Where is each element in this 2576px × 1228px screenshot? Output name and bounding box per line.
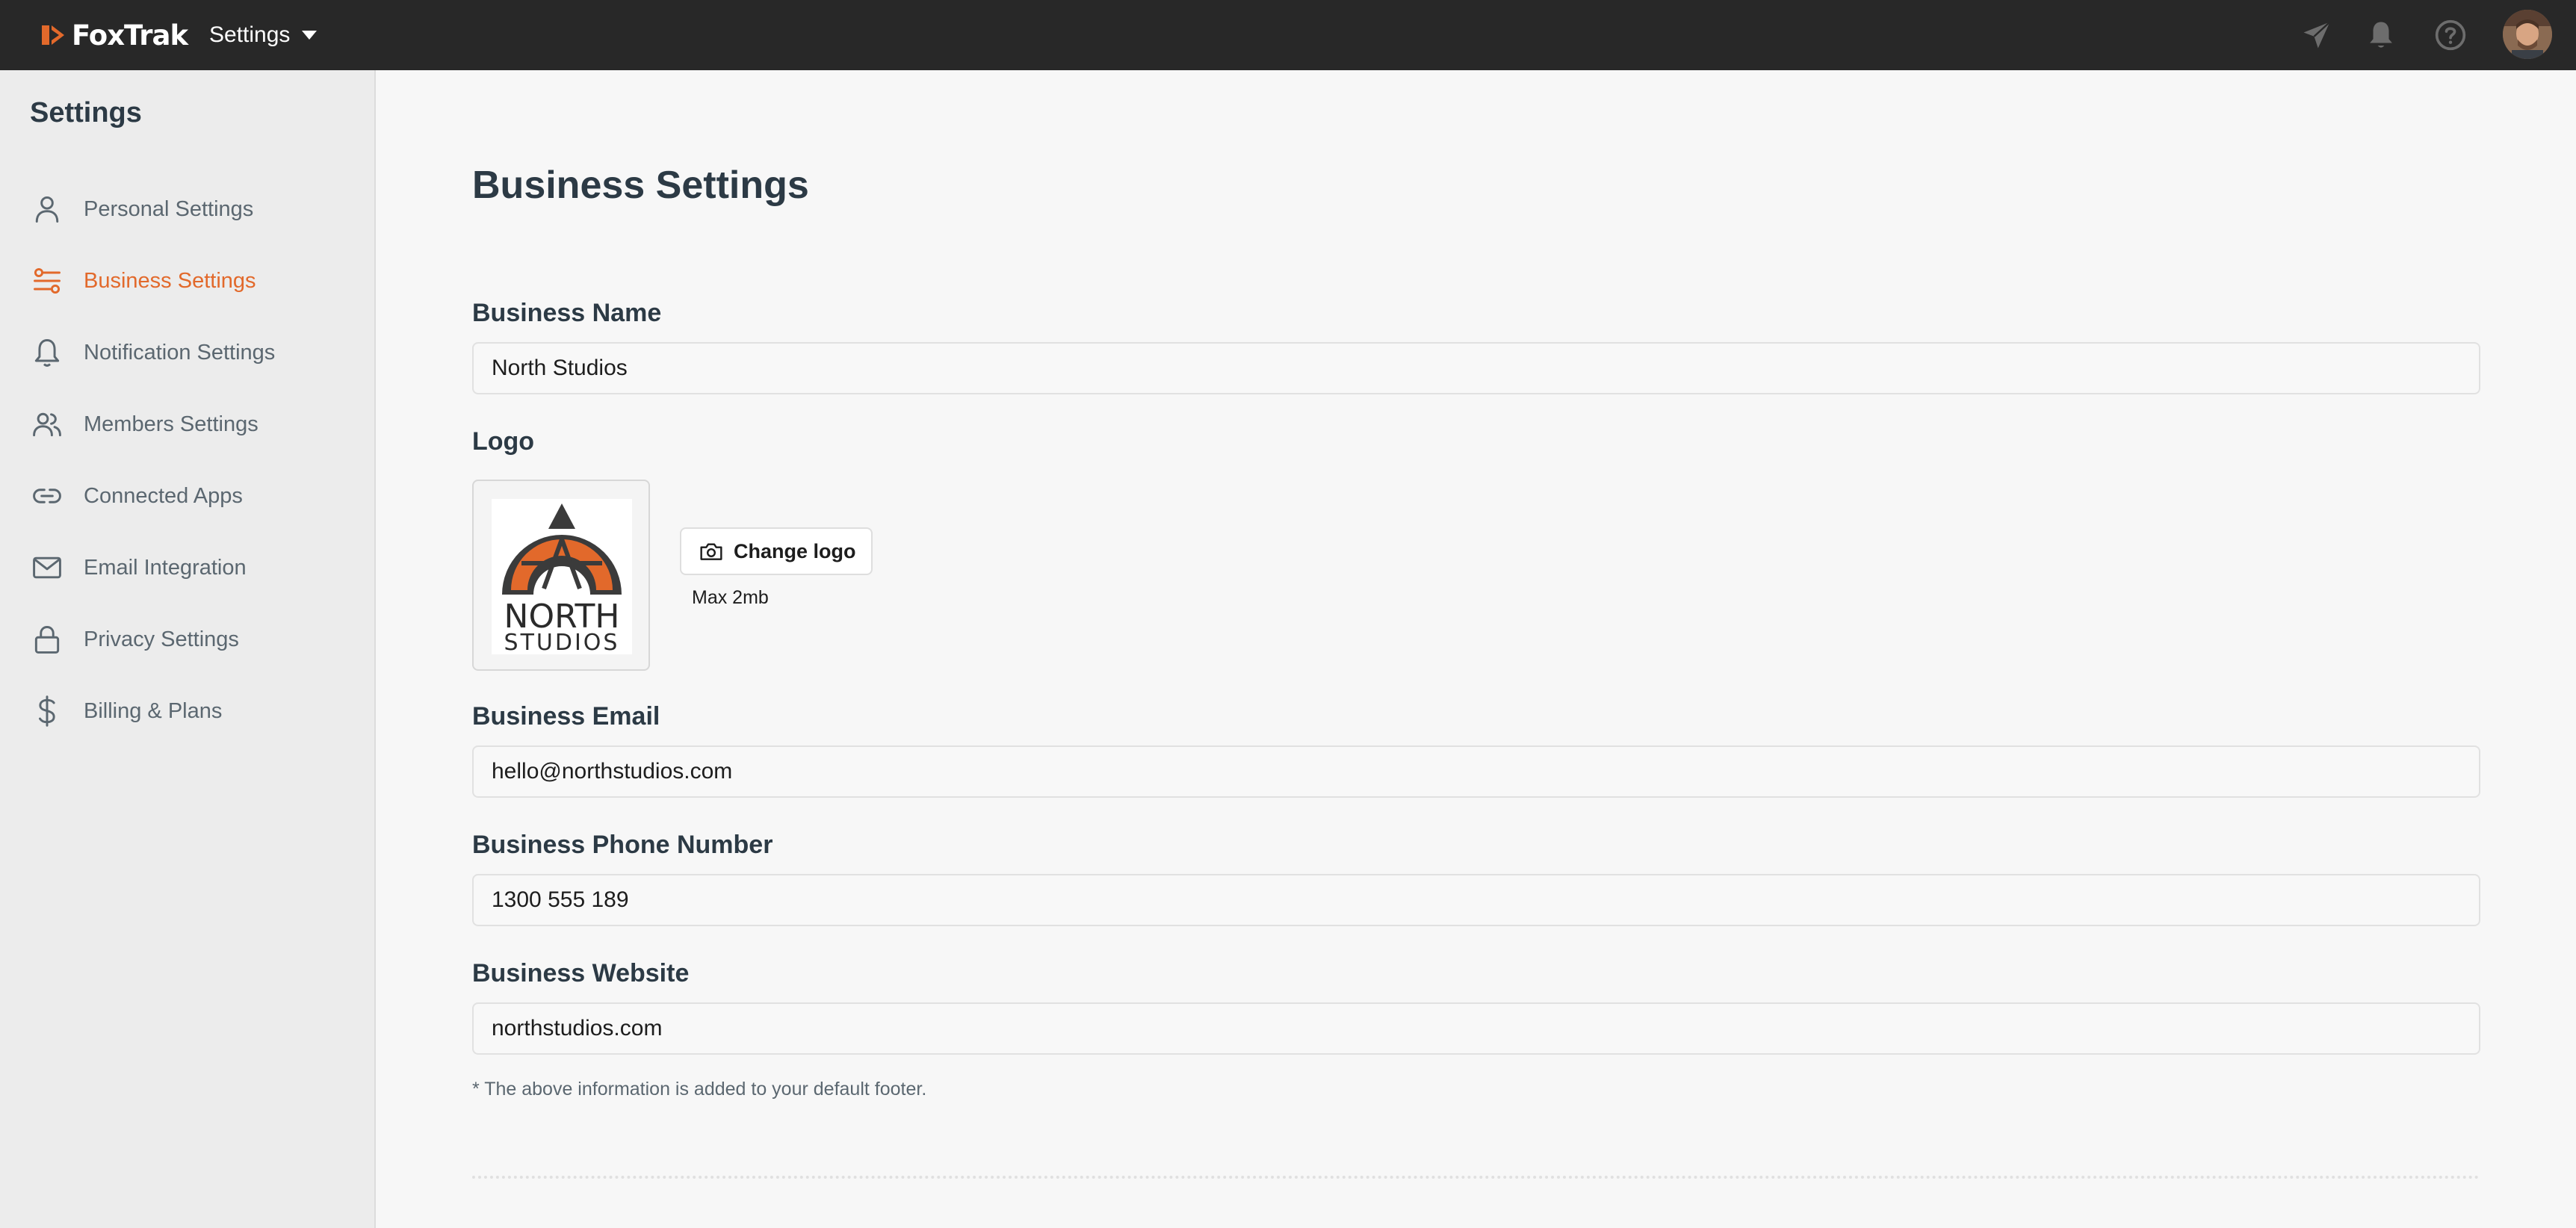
notifications-button[interactable] xyxy=(2362,16,2400,54)
mail-icon xyxy=(30,551,64,585)
avatar-image xyxy=(2503,10,2552,59)
settings-dropdown-label: Settings xyxy=(209,22,291,47)
send-icon xyxy=(2303,21,2331,49)
settings-nav: Personal Settings Business Settings Noti… xyxy=(0,173,374,747)
sidebar-item-label: Members Settings xyxy=(84,412,258,436)
sidebar-item-email-integration[interactable]: Email Integration xyxy=(0,532,374,604)
sidebar-item-label: Connected Apps xyxy=(84,483,243,508)
business-name-input[interactable] xyxy=(472,342,2480,394)
camera-icon xyxy=(700,543,722,560)
top-bar: FoxTrak Settings xyxy=(0,0,2576,70)
dollar-icon xyxy=(30,694,64,728)
send-button[interactable] xyxy=(2298,16,2335,54)
link-icon xyxy=(30,479,64,513)
business-phone-label: Business Phone Number xyxy=(472,831,773,859)
business-website-label: Business Website xyxy=(472,959,690,987)
sliders-icon xyxy=(30,264,64,298)
business-name-label: Business Name xyxy=(472,299,662,327)
business-phone-input[interactable] xyxy=(472,874,2480,926)
sidebar-item-members-settings[interactable]: Members Settings xyxy=(0,388,374,460)
user-icon xyxy=(30,192,64,226)
sidebar-item-notification-settings[interactable]: Notification Settings xyxy=(0,317,374,388)
sidebar-item-label: Email Integration xyxy=(84,555,247,580)
caret-down-icon xyxy=(302,31,318,40)
lock-icon xyxy=(30,622,64,657)
brand-logo[interactable]: FoxTrak xyxy=(40,16,188,54)
sidebar-item-personal-settings[interactable]: Personal Settings xyxy=(0,173,374,245)
help-button[interactable] xyxy=(2432,16,2469,54)
sidebar-item-label: Notification Settings xyxy=(84,340,276,365)
foxtrak-logo-icon xyxy=(42,25,64,45)
settings-sidebar: Settings Personal Settings Business Sett… xyxy=(0,70,376,1228)
settings-dropdown[interactable]: Settings xyxy=(209,16,318,54)
sidebar-item-business-settings[interactable]: Business Settings xyxy=(0,245,374,317)
page-title: Business Settings xyxy=(472,164,809,207)
bell-icon xyxy=(30,335,64,370)
sidebar-item-label: Billing & Plans xyxy=(84,698,223,723)
logo-label: Logo xyxy=(472,427,535,456)
sidebar-item-privacy-settings[interactable]: Privacy Settings xyxy=(0,604,374,675)
user-avatar[interactable] xyxy=(2503,10,2552,59)
business-email-label: Business Email xyxy=(472,702,660,731)
brand-name: FoxTrak xyxy=(72,19,188,52)
business-email-input[interactable] xyxy=(472,745,2480,798)
logo-preview: NORTH STUDIOS xyxy=(472,480,650,671)
sidebar-title: Settings xyxy=(30,97,142,128)
north-studios-logo: NORTH STUDIOS xyxy=(492,499,632,656)
change-logo-label: Change logo xyxy=(734,539,856,562)
sidebar-item-label: Privacy Settings xyxy=(84,627,239,651)
sidebar-item-label: Personal Settings xyxy=(84,196,254,221)
logo-max-size: Max 2mb xyxy=(692,587,769,608)
business-website-input[interactable] xyxy=(472,1002,2480,1055)
users-icon xyxy=(30,407,64,441)
change-logo-button[interactable]: Change logo xyxy=(680,527,873,575)
logo-text-studios: STUDIOS xyxy=(504,630,620,654)
sidebar-item-connected-apps[interactable]: Connected Apps xyxy=(0,460,374,532)
footer-note: * The above information is added to your… xyxy=(472,1079,927,1100)
north-studios-logo-graphic: NORTH STUDIOS xyxy=(502,503,622,656)
bell-icon xyxy=(2370,22,2392,48)
section-divider xyxy=(472,1176,2480,1179)
sidebar-item-billing-plans[interactable]: Billing & Plans xyxy=(0,675,374,747)
help-icon xyxy=(2435,19,2466,51)
sidebar-item-label: Business Settings xyxy=(84,268,256,293)
